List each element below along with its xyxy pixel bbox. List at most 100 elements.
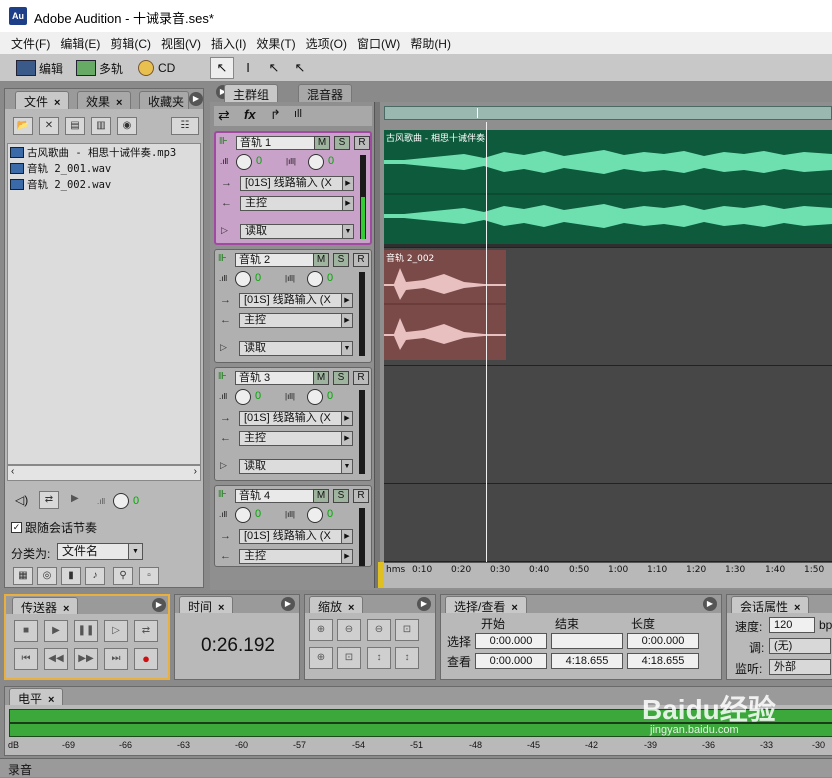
track-lane-1[interactable]: 古风歌曲 - 相思十诫伴奏 [384, 130, 832, 248]
volume-knob[interactable] [113, 493, 129, 509]
zoom-left-edge-icon[interactable]: ⊕ [309, 647, 333, 669]
mute-button[interactable]: M [314, 136, 330, 150]
track-header-1[interactable]: ⊪ 音轨 1 M S R .ıll 0 |ıll| 0 → [01S] 线路输入… [214, 131, 372, 245]
menu-edit[interactable]: 编辑(E) [60, 35, 100, 52]
show-all-icon[interactable]: ▫ [139, 567, 159, 585]
video-file-icon[interactable]: ▮ [61, 567, 81, 585]
audio-clip[interactable]: 音轨 2_002 [384, 250, 506, 360]
selection-start-field[interactable]: 0:00.000 [475, 633, 547, 649]
tab-zoom[interactable]: 缩放 × [309, 596, 364, 614]
solo-button[interactable]: S [334, 136, 350, 150]
horizontal-scrollbar[interactable]: ‹ › [7, 465, 201, 481]
cd-view-button[interactable]: CD [138, 57, 175, 79]
midi-file-icon[interactable]: ♪ [85, 567, 105, 585]
zoom-selection-icon[interactable]: ⊡ [395, 619, 419, 641]
zoom-right-edge-icon[interactable]: ⊡ [337, 647, 361, 669]
sync-icon[interactable]: ⇄ [218, 107, 230, 124]
output-select[interactable]: 主控 ▶ [239, 549, 353, 564]
track-name-field[interactable]: 音轨 3 [235, 371, 321, 385]
list-item[interactable]: 古风歌曲 - 相思十诫伴奏.mp3 [8, 144, 200, 160]
record-button[interactable]: R [353, 253, 369, 267]
play-from-cursor-button[interactable]: ▷ [104, 620, 128, 642]
track-lane-2[interactable]: 音轨 2_002 [384, 248, 832, 366]
pan-knob[interactable] [308, 154, 324, 170]
playhead[interactable] [486, 122, 487, 562]
monitor-select[interactable]: 外部 [769, 659, 831, 675]
menu-clip[interactable]: 剪辑(C) [110, 35, 151, 52]
pan-knob[interactable] [307, 507, 323, 523]
stop-button[interactable]: ■ [14, 620, 38, 642]
audio-clip[interactable]: 古风歌曲 - 相思十诫伴奏 [384, 130, 832, 244]
close-file-icon[interactable]: ✕ [39, 117, 59, 135]
tab-level[interactable]: 电平 × [9, 688, 64, 706]
play-button[interactable]: ▶ [44, 620, 68, 642]
scroll-left-icon[interactable]: ‹ [11, 466, 14, 477]
panel-menu-icon[interactable]: ▶ [703, 597, 717, 611]
menu-view[interactable]: 视图(V) [161, 35, 201, 52]
insert-multitrack-icon[interactable]: ▤ [65, 117, 85, 135]
expand-icon[interactable]: ▷ [221, 225, 228, 236]
zoom-in-horizontal-icon[interactable]: ⊕ [309, 619, 333, 641]
input-select[interactable]: [01S] 线路输入 (X ▶ [239, 293, 353, 308]
tab-favorites[interactable]: 收藏夹 [139, 91, 189, 109]
track-name-field[interactable]: 音轨 2 [235, 253, 321, 267]
key-select[interactable]: (无) [769, 638, 831, 654]
track-header-3[interactable]: ⊪ 音轨 3 M S R .ıll 0 |ıll| 0 → [01S] 线路输入… [214, 367, 372, 481]
tab-selection-view[interactable]: 选择/查看 × [445, 596, 527, 614]
zoom-out-full-icon[interactable]: ⊖ [367, 619, 391, 641]
zoom-out-vertical-icon[interactable]: ↕ [395, 647, 419, 669]
volume-knob[interactable] [235, 389, 251, 405]
automation-mode-select[interactable]: 读取 ▼ [240, 224, 354, 239]
menu-file[interactable]: 文件(F) [11, 35, 50, 52]
menu-help[interactable]: 帮助(H) [410, 35, 451, 52]
input-select[interactable]: [01S] 线路输入 (X ▶ [239, 411, 353, 426]
tab-time[interactable]: 时间 × [179, 596, 234, 614]
panel-menu-icon[interactable]: ▶ [417, 597, 431, 611]
tab-mixer[interactable]: 混音器 [298, 84, 353, 102]
track-name-field[interactable]: 音轨 4 [235, 489, 321, 503]
go-to-end-button[interactable]: ⏭ [104, 648, 128, 670]
track-lane-4[interactable] [384, 484, 832, 562]
close-icon[interactable]: × [218, 602, 224, 614]
close-icon[interactable]: × [794, 602, 800, 614]
menu-options[interactable]: 选项(O) [306, 35, 347, 52]
list-item[interactable]: 音轨 2_001.wav [8, 160, 200, 176]
mute-button[interactable]: M [313, 371, 329, 385]
tempo-field[interactable]: 120 [769, 617, 815, 633]
solo-button[interactable]: S [333, 371, 349, 385]
close-icon[interactable]: × [63, 603, 69, 615]
expand-icon[interactable]: ▷ [220, 342, 227, 353]
speaker-icon[interactable]: ◁) [15, 493, 28, 507]
automation-mode-select[interactable]: 读取 ▼ [239, 459, 353, 474]
zoom-out-horizontal-icon[interactable]: ⊖ [337, 619, 361, 641]
close-icon[interactable]: × [116, 97, 122, 109]
overview-scrollbar[interactable] [384, 106, 832, 120]
menu-insert[interactable]: 插入(I) [211, 35, 246, 52]
loop-icon[interactable]: ⇄ [39, 491, 59, 509]
solo-button[interactable]: S [333, 489, 349, 503]
fast-forward-button[interactable]: ▶▶ [74, 648, 98, 670]
follow-tempo-checkbox[interactable]: ✓ 跟随会话节奏 [11, 519, 97, 536]
eq-icon[interactable]: ıll [294, 108, 302, 120]
selection-end-field[interactable] [551, 633, 623, 649]
mute-button[interactable]: M [313, 253, 329, 267]
tab-files[interactable]: 文件 × [15, 91, 70, 109]
panel-menu-icon[interactable]: ▶ [281, 597, 295, 611]
loop-play-button[interactable]: ⇄ [134, 620, 158, 642]
sort-select[interactable]: 文件名 ▼ [57, 543, 143, 560]
pan-knob[interactable] [307, 389, 323, 405]
volume-knob[interactable] [235, 507, 251, 523]
loop-file-icon[interactable]: ◎ [37, 567, 57, 585]
record-button[interactable]: R [353, 371, 369, 385]
volume-knob[interactable] [236, 154, 252, 170]
go-to-start-button[interactable]: ⏮ [14, 648, 38, 670]
track-header-2[interactable]: ⊪ 音轨 2 M S R .ıll 0 |ıll| 0 → [01S] 线路输入… [214, 249, 372, 363]
filter-icon[interactable]: ⚲ [113, 567, 133, 585]
edit-view-button[interactable]: 编辑 [16, 57, 63, 79]
input-select[interactable]: [01S] 线路输入 (X ▶ [240, 176, 354, 191]
routing-icon[interactable]: ↱ [270, 107, 281, 123]
move-tool-icon[interactable]: ↖ [210, 57, 234, 79]
track-name-field[interactable]: 音轨 1 [236, 136, 322, 150]
view-end-field[interactable]: 4:18.655 [551, 653, 623, 669]
track-lane-3[interactable] [384, 366, 832, 484]
